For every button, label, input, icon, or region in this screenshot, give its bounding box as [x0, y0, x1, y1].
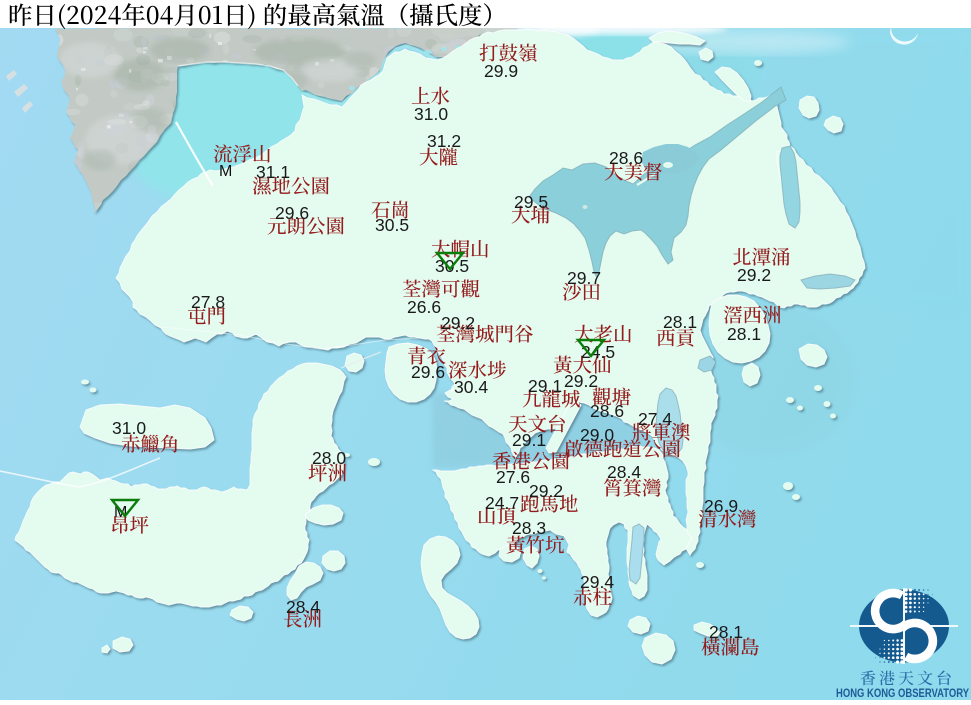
svg-text:29.0: 29.0 — [580, 425, 614, 445]
svg-text:M: M — [219, 163, 232, 180]
svg-text:26.9: 26.9 — [704, 496, 738, 516]
svg-text:27.8: 27.8 — [191, 292, 225, 312]
svg-text:28.1: 28.1 — [727, 324, 761, 344]
svg-text:28.1: 28.1 — [663, 312, 697, 332]
svg-text:29.2: 29.2 — [737, 265, 771, 285]
svg-text:30.5: 30.5 — [375, 215, 409, 235]
svg-text:29.2: 29.2 — [441, 313, 475, 333]
svg-text:28.4: 28.4 — [286, 597, 320, 617]
svg-text:29.9: 29.9 — [484, 61, 518, 81]
svg-text:29.1: 29.1 — [512, 430, 546, 450]
svg-text:27.4: 27.4 — [638, 409, 672, 429]
svg-text:29.7: 29.7 — [567, 268, 601, 288]
svg-text:28.4: 28.4 — [607, 462, 641, 482]
svg-text:28.6: 28.6 — [609, 148, 643, 168]
svg-text:28.0: 28.0 — [312, 448, 346, 468]
svg-text:24.7: 24.7 — [485, 493, 519, 513]
svg-text:27.6: 27.6 — [496, 467, 530, 487]
svg-text:29.1: 29.1 — [528, 376, 562, 396]
svg-text:29.2: 29.2 — [564, 371, 598, 391]
svg-text:28.6: 28.6 — [590, 401, 624, 421]
svg-text:HONG KONG OBSERVATORY: HONG KONG OBSERVATORY — [836, 686, 969, 700]
svg-text:29.4: 29.4 — [580, 572, 614, 592]
svg-text:29.2: 29.2 — [529, 481, 563, 501]
svg-text:29.6: 29.6 — [275, 203, 309, 223]
svg-text:29.5: 29.5 — [514, 192, 548, 212]
svg-text:31.1: 31.1 — [256, 162, 290, 182]
svg-text:28.1: 28.1 — [709, 622, 743, 642]
svg-text:31.0: 31.0 — [112, 418, 146, 438]
svg-text:28.3: 28.3 — [512, 518, 546, 538]
svg-text:29.6: 29.6 — [411, 362, 445, 382]
svg-text:24.5: 24.5 — [581, 342, 615, 362]
svg-text:26.6: 26.6 — [407, 297, 441, 317]
svg-text:31.2: 31.2 — [427, 131, 461, 151]
svg-text:30.4: 30.4 — [454, 377, 488, 397]
svg-text:31.0: 31.0 — [414, 104, 448, 124]
